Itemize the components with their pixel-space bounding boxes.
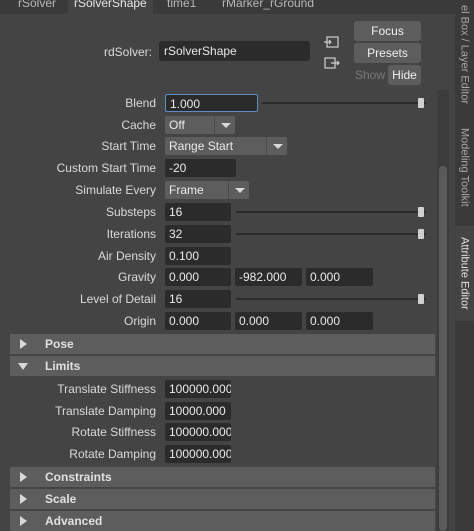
substeps-field[interactable]: 16 [165, 203, 231, 221]
attr-cache: Cache Off [0, 114, 437, 136]
attr-start-time: Start Time Range Start [0, 135, 437, 157]
attr-blend: Blend 1.000 [0, 92, 437, 114]
section-title: Advanced [45, 514, 103, 528]
iterations-field[interactable]: 32 [165, 225, 231, 243]
presets-button[interactable]: Presets [354, 43, 421, 63]
cache-dropdown[interactable]: Off [165, 116, 235, 134]
tab-rsolver[interactable]: rSolver [18, 0, 56, 14]
custom-start-time-field[interactable]: -20 [165, 159, 236, 177]
attr-iterations: Iterations 32 [0, 223, 437, 245]
blend-field[interactable]: 1.000 [165, 94, 258, 112]
section-title: Limits [45, 359, 81, 373]
side-tab-attribute-editor[interactable]: Attribute Editor [455, 226, 474, 321]
attr-translate-stiffness: Translate Stiffness 100000.000 [0, 378, 437, 400]
tab-rsolvershape[interactable]: rSolverShape [68, 0, 153, 14]
slider-handle[interactable] [418, 98, 424, 108]
attr-custom-start-time: Custom Start Time -20 [0, 157, 437, 179]
node-name-field[interactable]: rSolverShape [159, 41, 310, 61]
rotate-stiffness-field[interactable]: 100000.000 [165, 423, 231, 441]
attr-rotate-damping: Rotate Damping 100000.000 [0, 443, 437, 465]
level-of-detail-field[interactable]: 16 [165, 290, 231, 308]
air-density-field[interactable]: 0.100 [165, 247, 231, 265]
show-button[interactable]: Show [354, 65, 386, 85]
simulate-every-dropdown[interactable]: Frame [165, 181, 249, 199]
attr-label: Translate Damping [55, 404, 156, 418]
tab-time1[interactable]: time1 [167, 0, 196, 14]
attr-level-of-detail: Level of Detail 16 [0, 288, 437, 310]
attr-label: Gravity [117, 270, 156, 284]
attr-label: Rotate Stiffness [71, 425, 157, 439]
attribute-scrollbar[interactable] [437, 90, 449, 531]
collapse-arrow-icon [18, 363, 28, 370]
attr-label: Blend [125, 96, 156, 110]
slider-handle[interactable] [418, 229, 424, 239]
attr-label: Level of Detail [79, 292, 156, 306]
scrollbar-thumb[interactable] [439, 166, 447, 531]
start-time-dropdown[interactable]: Range Start [165, 137, 287, 155]
iterations-slider[interactable] [236, 229, 426, 239]
node-header: rdSolver: rSolverShape Focus Presets Sho… [0, 14, 455, 90]
attr-translate-damping: Translate Damping 10000.000 [0, 400, 437, 422]
attr-label: Cache [121, 118, 156, 132]
section-title: Pose [45, 337, 74, 351]
slider-handle[interactable] [418, 294, 424, 304]
attr-rotate-stiffness: Rotate Stiffness 100000.000 [0, 421, 437, 443]
chevron-down-icon [228, 181, 249, 199]
rotate-damping-field[interactable]: 100000.000 [165, 445, 231, 463]
expand-arrow-icon [20, 339, 27, 349]
expand-arrow-icon [20, 494, 27, 504]
attr-gravity: Gravity 0.000 -982.000 0.000 [0, 266, 437, 288]
section-advanced[interactable]: Advanced [10, 511, 435, 531]
blend-slider[interactable] [262, 98, 426, 108]
chevron-down-icon [266, 137, 287, 155]
expand-arrow-icon [20, 516, 27, 526]
slider-handle[interactable] [418, 207, 424, 217]
attr-label: Air Density [97, 249, 156, 263]
section-title: Scale [45, 492, 77, 506]
attr-air-density: Air Density 0.100 [0, 245, 437, 267]
expand-arrow-icon [20, 472, 27, 482]
section-constraints[interactable]: Constraints [10, 467, 435, 487]
side-tab-bar: el Box / Layer Editor Modeling Toolkit A… [455, 0, 474, 531]
attribute-panel: Blend 1.000 Cache Off Start Time Range S… [0, 90, 437, 531]
dropdown-value: Frame [169, 183, 204, 197]
dropdown-value: Range Start [169, 139, 234, 153]
attr-origin: Origin 0.000 0.000 0.000 [0, 310, 437, 332]
attr-label: Simulate Every [75, 183, 156, 197]
attr-label: Start Time [101, 139, 156, 153]
chevron-down-icon [214, 116, 235, 134]
attr-substeps: Substeps 16 [0, 201, 437, 223]
input-connections-icon[interactable] [324, 35, 340, 49]
attr-simulate-every: Simulate Every Frame [0, 179, 437, 201]
translate-stiffness-field[interactable]: 100000.000 [165, 380, 231, 398]
attr-label: Custom Start Time [56, 161, 156, 175]
attr-label: Iterations [106, 227, 156, 241]
origin-x-field[interactable]: 0.000 [165, 312, 231, 330]
level-of-detail-slider[interactable] [236, 294, 426, 304]
side-tab-modeling-toolkit[interactable]: Modeling Toolkit [455, 120, 474, 215]
gravity-z-field[interactable]: 0.000 [306, 268, 373, 286]
section-title: Constraints [45, 470, 112, 484]
section-limits[interactable]: Limits [10, 356, 435, 376]
section-pose[interactable]: Pose [10, 334, 435, 354]
hide-button[interactable]: Hide [388, 65, 421, 85]
origin-z-field[interactable]: 0.000 [306, 312, 373, 330]
tab-rmarker-rground[interactable]: rMarker_rGround [222, 0, 314, 14]
dropdown-value: Off [169, 118, 185, 132]
attr-label: Substeps [105, 205, 156, 219]
translate-damping-field[interactable]: 10000.000 [165, 402, 231, 420]
node-type-label: rdSolver: [103, 45, 152, 59]
origin-y-field[interactable]: 0.000 [235, 312, 302, 330]
substeps-slider[interactable] [236, 207, 426, 217]
attr-label: Translate Stiffness [57, 382, 156, 396]
gravity-y-field[interactable]: -982.000 [235, 268, 302, 286]
attr-label: Rotate Damping [69, 447, 156, 461]
focus-button[interactable]: Focus [354, 21, 421, 41]
section-scale[interactable]: Scale [10, 489, 435, 509]
tab-bar: rSolver rSolverShape time1 rMarker_rGrou… [0, 0, 455, 14]
side-tab-channel-box[interactable]: el Box / Layer Editor [455, 0, 474, 110]
gravity-x-field[interactable]: 0.000 [165, 268, 231, 286]
attr-label: Origin [123, 314, 156, 328]
output-connections-icon[interactable] [324, 56, 340, 70]
